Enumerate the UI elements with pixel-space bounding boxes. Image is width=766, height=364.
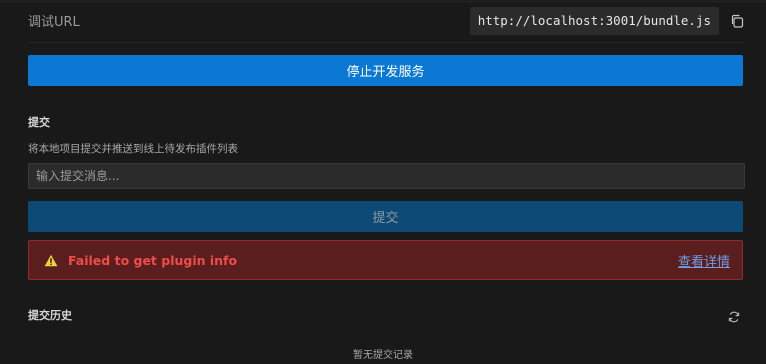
- error-message: Failed to get plugin info: [68, 252, 238, 268]
- stop-dev-server-button[interactable]: 停止开发服务: [28, 55, 743, 86]
- debug-url-value[interactable]: http://localhost:3001/bundle.js: [469, 6, 719, 35]
- plugin-dev-panel: 调试URL http://localhost:3001/bundle.js 停止…: [0, 0, 766, 364]
- history-empty-state: 暂无提交记录: [353, 350, 413, 361]
- commit-section-title: 提交: [28, 116, 50, 129]
- commit-history-title: 提交历史: [28, 309, 72, 322]
- commit-button[interactable]: 提交: [28, 201, 743, 232]
- refresh-icon[interactable]: [728, 308, 740, 323]
- debug-url-value-group: http://localhost:3001/bundle.js: [469, 6, 744, 35]
- debug-url-row: 调试URL http://localhost:3001/bundle.js: [28, 4, 744, 37]
- commit-message-input[interactable]: [28, 163, 745, 189]
- warning-icon: [44, 254, 58, 266]
- copy-icon[interactable]: [730, 14, 744, 28]
- debug-url-label: 调试URL: [28, 15, 80, 30]
- error-banner: Failed to get plugin info 查看详情: [28, 240, 743, 280]
- commit-description: 将本地项目提交并推送到线上待发布插件列表: [28, 143, 238, 155]
- divider: [28, 42, 744, 43]
- view-details-link[interactable]: 查看详情: [678, 251, 730, 270]
- top-border: [0, 0, 766, 3]
